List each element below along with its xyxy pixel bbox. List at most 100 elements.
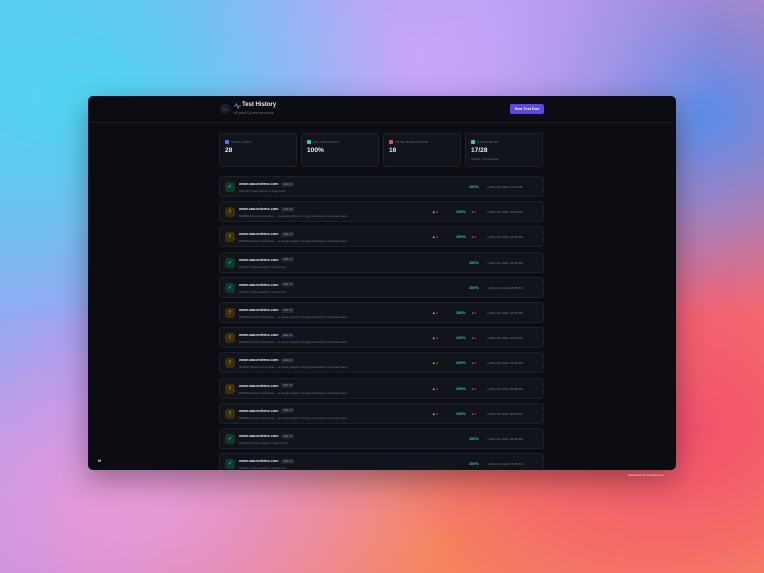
- run-tag: E2E-01: [281, 231, 295, 237]
- pass-rate: 100%: [456, 386, 466, 391]
- chevron-right-icon[interactable]: ›: [536, 309, 538, 315]
- run-domain: www.saucedemo.com: [239, 182, 279, 186]
- pass-rate: 100%: [469, 462, 479, 467]
- run-time: ◷ Mar 14, 2024, 10:10 PM: [487, 336, 523, 341]
- run-description: [WARN] Session incomplete — 1 step(s) sk…: [239, 315, 348, 319]
- stat-label: CLEAN RUNS: [477, 140, 499, 144]
- bug-count: ■ 1: [472, 311, 477, 315]
- stat-label: AVG PASS RATE: [313, 140, 339, 144]
- footer-credit: Screenshot by Shotsplit.com: [628, 473, 664, 477]
- bug-count: ■ 1: [472, 411, 477, 416]
- chevron-right-icon[interactable]: ›: [536, 435, 538, 441]
- arrow-left-icon: ←: [222, 106, 228, 112]
- run-domain: www.saucedemo.com: [239, 434, 279, 438]
- pass-rate: 100%: [456, 311, 466, 315]
- run-time: ◷ Mar 14, 2024, 10:05 PM: [487, 361, 523, 366]
- run-tag: E2E-01: [281, 433, 295, 439]
- run-time: ◷ Mar 14, 2024, 11:21 PM: [487, 185, 523, 189]
- check-circle-icon: ✓: [225, 434, 235, 444]
- check-circle-icon: ✓: [225, 459, 235, 470]
- new-test-run-button[interactable]: New Test Run: [510, 104, 544, 114]
- corner-badge[interactable]: N: [96, 457, 103, 464]
- warning-triangle-icon: !: [225, 358, 235, 369]
- bug-count: ■ 2: [472, 361, 477, 366]
- run-row[interactable]: ✓ www.saucedemo.com E2E-01 [OK] All 7 steps…: [219, 453, 544, 470]
- run-row[interactable]: ! www.saucedemo.com E2E-01 [WARN] Session i…: [219, 327, 544, 349]
- pass-rate: 100%: [469, 185, 479, 189]
- run-row[interactable]: ✓ www.saucedemo.com E2E-01 [OK] All 10 step…: [219, 428, 544, 449]
- activity-pulse-icon: [234, 103, 241, 109]
- chevron-right-icon[interactable]: ›: [536, 259, 538, 265]
- chevron-right-icon[interactable]: ›: [536, 385, 538, 391]
- warning-triangle-icon: !: [225, 333, 235, 344]
- run-tag: E2E-01: [281, 332, 295, 338]
- no-skips: —: [452, 285, 456, 290]
- run-row[interactable]: ! www.saucedemo.com E2E-01 [WARN] Session i…: [219, 402, 544, 424]
- run-time: ◷ Mar 14, 2024, 10:25 PM: [487, 285, 523, 290]
- stats-row: TOTAL RUNS 28 AVG PASS RATE 100% TOTAL BUGS …: [219, 133, 544, 167]
- chevron-right-icon[interactable]: ›: [536, 410, 538, 416]
- runs-list: ✓ www.saucedemo.com E2E-01 [OK] All 7 steps…: [219, 176, 544, 470]
- run-domain: www.saucedemo.com: [239, 282, 279, 287]
- run-tag: E2E-01: [281, 206, 295, 212]
- run-domain: www.saucedemo.com: [239, 308, 279, 312]
- trend-up-icon: [307, 140, 311, 144]
- warning-triangle-icon: !: [225, 207, 235, 218]
- run-tag: E2E-01: [281, 282, 295, 288]
- chevron-right-icon[interactable]: ›: [536, 208, 538, 214]
- stat-card: CLEAN RUNS 17/28 3 failed · 8 incomplete: [465, 133, 543, 167]
- run-row[interactable]: ✓ www.saucedemo.com E2E-01 [OK] All 7 steps…: [219, 176, 544, 197]
- bug-count: ■ 2: [472, 386, 477, 391]
- chevron-right-icon[interactable]: ›: [536, 233, 538, 239]
- run-description: [OK] All 7 steps passed, 0 bugs found: [239, 189, 286, 193]
- warning-triangle-icon: !: [225, 408, 235, 419]
- run-domain: www.saucedemo.com: [239, 459, 279, 464]
- skipped-count: ▶ 1: [433, 210, 438, 215]
- run-tag: E2E-01: [281, 408, 295, 414]
- run-description: [WARN] Session incomplete — 1 step(s) sk…: [239, 390, 348, 395]
- run-domain: www.saucedemo.com: [239, 333, 279, 338]
- run-domain: www.saucedemo.com: [239, 383, 279, 388]
- skipped-count: ▶ 2: [433, 361, 438, 366]
- stat-value: 100%: [307, 147, 324, 154]
- stat-value: 28: [225, 147, 233, 154]
- run-row[interactable]: ✓ www.saucedemo.com E2E-01 [OK] All 7 steps…: [219, 251, 544, 273]
- check-circle-icon: ✓: [225, 282, 235, 293]
- page-title: Test History: [242, 102, 277, 108]
- run-tag: E2E-01: [281, 383, 295, 389]
- run-row[interactable]: ! www.saucedemo.com E2E-01 [WARN] Session i…: [219, 352, 544, 374]
- run-description: [WARN] Session incomplete — 1 step(s) sk…: [239, 239, 348, 244]
- skipped-count: ▶ 1: [433, 411, 438, 416]
- bug-count: ■ 1: [472, 235, 477, 240]
- no-skips: —: [452, 260, 456, 265]
- chevron-right-icon[interactable]: ›: [536, 460, 538, 466]
- no-skips: —: [452, 437, 456, 441]
- stat-card: TOTAL BUGS FOUND 16: [383, 133, 461, 167]
- run-description: [OK] All 7 steps passed, 0 bugs found: [239, 466, 286, 470]
- run-row[interactable]: ! www.saucedemo.com E2E-01 [WARN] Session i…: [219, 302, 544, 323]
- stat-card: AVG PASS RATE 100%: [301, 133, 379, 167]
- run-row[interactable]: ! www.saucedemo.com E2E-01 [WARN] Session i…: [219, 201, 544, 223]
- skipped-count: ▶ 1: [433, 336, 438, 341]
- app-window: ← Test History All past QA test sessions…: [88, 96, 676, 470]
- run-description: [WARN] Session incomplete — 1 step(s) sk…: [239, 214, 348, 219]
- chevron-right-icon[interactable]: ›: [536, 284, 538, 290]
- page-header: ← Test History All past QA test sessions…: [88, 96, 676, 123]
- run-row[interactable]: ! www.saucedemo.com E2E-01 [WARN] Session i…: [219, 226, 544, 248]
- run-time: ◷ Mar 14, 2024, 10:55 PM: [487, 210, 523, 215]
- run-row[interactable]: ! www.saucedemo.com E2E-01 [WARN] Session i…: [219, 377, 544, 399]
- run-time: ◷ Mar 14, 2024, 09:58 PM: [487, 386, 523, 391]
- check-circle-icon: ✓: [225, 257, 235, 268]
- stat-sub: 3 failed · 8 incomplete: [471, 157, 499, 161]
- run-row[interactable]: ✓ www.saucedemo.com E2E-01 [OK] All 7 steps…: [219, 276, 544, 298]
- run-description: [OK] All 7 steps passed, 0 bugs found: [239, 289, 286, 294]
- back-button[interactable]: ←: [220, 104, 230, 114]
- pass-rate: 100%: [456, 235, 466, 240]
- run-time: ◷ Mar 14, 2024, 10:18 PM: [487, 311, 523, 315]
- run-tag: E2E-01: [281, 357, 295, 363]
- chevron-right-icon[interactable]: ›: [536, 334, 538, 340]
- chevron-right-icon[interactable]: ›: [536, 359, 538, 365]
- run-tag: E2E-01: [281, 181, 295, 187]
- chevron-right-icon[interactable]: ›: [536, 183, 538, 189]
- pass-rate: 100%: [469, 285, 479, 290]
